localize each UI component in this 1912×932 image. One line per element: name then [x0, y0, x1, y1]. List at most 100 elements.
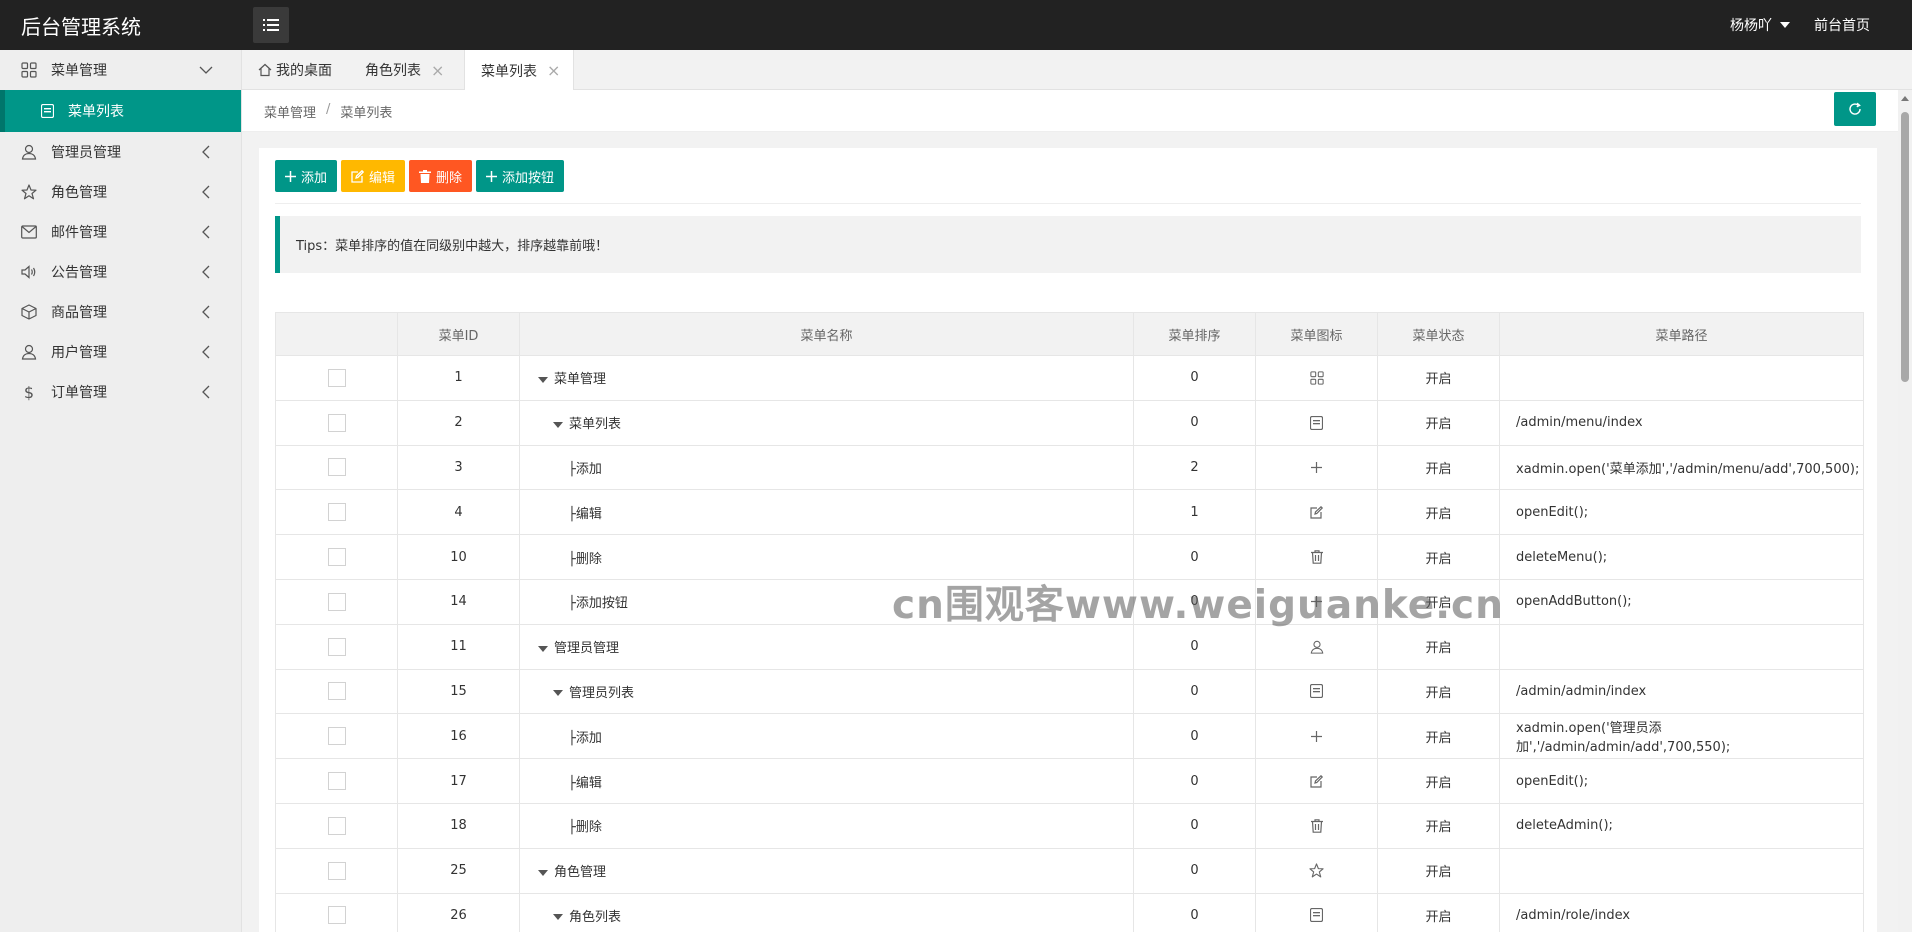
table-row[interactable]: 15 管理员列表 0 开启/admin/admin/index [275, 668, 1864, 715]
caret-down-icon[interactable] [538, 376, 548, 383]
sidebar-subitem-menu-list[interactable]: 菜单列表 [0, 90, 241, 132]
menu-status[interactable]: 开启 [1377, 758, 1500, 804]
row-checkbox[interactable] [327, 816, 346, 835]
column-header[interactable]: 菜单状态 [1377, 312, 1500, 356]
dollar-icon: $ [23, 382, 35, 402]
row-checkbox[interactable] [327, 503, 346, 522]
column-header[interactable]: 菜单图标 [1255, 312, 1378, 356]
menu-status[interactable]: 开启 [1377, 892, 1500, 932]
table-row[interactable]: 16 ├添加 0 开启 xadmin.open('管理员添加','/admin/admi… [275, 713, 1864, 760]
menu-icon-cell [1255, 758, 1378, 804]
row-checkbox[interactable] [327, 637, 346, 656]
row-checkbox[interactable] [327, 458, 346, 477]
menu-status[interactable]: 开启 [1377, 847, 1500, 894]
row-checkbox[interactable] [327, 682, 346, 701]
toolbar: 添加 编辑 删除 添加按钮 [275, 160, 565, 192]
row-checkbox[interactable] [327, 772, 346, 791]
column-header[interactable]: 菜单排序 [1133, 312, 1256, 356]
table-row[interactable]: 10 ├删除 0 开启 deleteMenu(); [275, 534, 1864, 580]
table-row[interactable]: 17 ├编辑 0 开启 openEdit(); [275, 758, 1864, 804]
row-checkbox-cell [275, 444, 398, 491]
plus-icon [285, 170, 296, 182]
column-header[interactable]: 菜单名称 [519, 312, 1134, 356]
sidebar-item-user-management[interactable]: 用户管理 [0, 332, 241, 372]
sidebar-item-label: 商品管理 [51, 305, 107, 321]
menu-status[interactable]: 开启 [1377, 713, 1500, 760]
tab-role-list[interactable]: 角色列表 × [365, 50, 444, 90]
delete-button[interactable]: 删除 [409, 160, 473, 192]
sidebar-item-menu-management[interactable]: 菜单管理 [0, 50, 241, 90]
sidebar-item-goods-management[interactable]: 商品管理 [0, 292, 241, 332]
app-logo-title[interactable]: 后台管理系统 [21, 11, 141, 40]
menu-status[interactable]: 开启 [1377, 534, 1500, 580]
sidebar-item-order-management[interactable]: $ 订单管理 [0, 372, 241, 412]
close-icon[interactable]: × [547, 61, 560, 80]
frontend-home-link[interactable]: 前台首页 [1814, 15, 1870, 35]
menu-name: 管理员列表 [569, 685, 635, 701]
menu-status[interactable]: 开启 [1377, 802, 1500, 849]
table-row[interactable]: 14 ├添加按钮 0 开启 openAddButton(); [275, 578, 1864, 625]
caret-down-icon[interactable] [538, 869, 548, 876]
table-row[interactable]: 4 ├编辑 1 开启 openEdit(); [275, 489, 1864, 536]
menu-id: 10 [397, 534, 520, 580]
row-checkbox[interactable] [327, 861, 346, 880]
menu-order: 0 [1133, 668, 1256, 715]
row-checkbox[interactable] [327, 413, 346, 432]
chevron-left-icon [198, 384, 214, 400]
menu-status[interactable]: 开启 [1377, 668, 1500, 715]
column-header[interactable]: 菜单ID [397, 312, 520, 356]
menu-status[interactable]: 开启 [1377, 578, 1500, 625]
sidebar-item-admin-management[interactable]: 管理员管理 [0, 132, 241, 172]
menu-name-cell: ├添加 [519, 713, 1134, 760]
refresh-button[interactable] [1834, 92, 1876, 126]
table-row[interactable]: 2 菜单列表 0 开启/admin/menu/index [275, 399, 1864, 446]
edit-button[interactable]: 编辑 [341, 160, 406, 192]
row-checkbox[interactable] [327, 592, 346, 611]
menu-name: 角色管理 [554, 865, 607, 881]
chevron-left-icon [198, 144, 214, 160]
add-menu-button-button[interactable]: 添加按钮 [476, 160, 565, 192]
menu-status[interactable]: 开启 [1377, 444, 1500, 491]
row-checkbox[interactable] [327, 727, 346, 746]
table-row[interactable]: 3 ├添加 2 开启 xadmin.open('菜单添加','/admin/menu/a… [275, 444, 1864, 491]
table-row[interactable]: 25 角色管理 0 开启 [275, 847, 1864, 894]
breadcrumb-item[interactable]: 菜单列表 [340, 102, 392, 121]
close-icon[interactable]: × [431, 61, 444, 80]
table-row[interactable]: 26 角色列表 0 开启/admin/role/index [275, 892, 1864, 932]
scrollbar-thumb[interactable] [1901, 112, 1909, 382]
user-icon [20, 343, 38, 361]
column-header[interactable]: 菜单路径 [1499, 312, 1864, 356]
tab-desktop[interactable]: 我的桌面 [258, 50, 332, 90]
caret-down-icon[interactable] [553, 914, 563, 921]
user-menu[interactable]: 杨杨吖 [1730, 15, 1790, 35]
table-row[interactable]: 11 管理员管理 0 开启 [275, 623, 1864, 670]
scroll-up-arrow-icon[interactable] [1901, 96, 1909, 101]
table-row[interactable]: 18 ├删除 0 开启 deleteAdmin(); [275, 802, 1864, 849]
breadcrumb-bar: 菜单管理 / 菜单列表 [242, 90, 1912, 132]
page-scrollbar[interactable] [1898, 90, 1912, 932]
sidebar-item-notice-management[interactable]: 公告管理 [0, 252, 241, 292]
caret-down-icon[interactable] [553, 690, 563, 697]
refresh-icon [1849, 102, 1861, 115]
edit-icon [351, 169, 365, 183]
row-checkbox[interactable] [327, 906, 346, 925]
caret-down-icon[interactable] [553, 421, 563, 428]
menu-id: 1 [397, 355, 520, 401]
caret-down-icon[interactable] [538, 645, 548, 652]
add-button[interactable]: 添加 [275, 160, 338, 192]
sidebar-item-role-management[interactable]: 角色管理 [0, 172, 241, 212]
breadcrumb-item[interactable]: 菜单管理 [264, 102, 316, 121]
table-row[interactable]: 1 菜单管理 0 开启 [275, 355, 1864, 401]
menu-status[interactable]: 开启 [1377, 399, 1500, 446]
row-checkbox[interactable] [327, 368, 346, 387]
row-checkbox[interactable] [327, 548, 346, 567]
sidebar-item-mail-management[interactable]: 邮件管理 [0, 212, 241, 252]
menu-status[interactable]: 开启 [1377, 489, 1500, 536]
menu-status[interactable]: 开启 [1377, 355, 1500, 401]
sidebar-toggle-button[interactable] [253, 7, 289, 43]
menu-order: 0 [1133, 713, 1256, 760]
menu-status[interactable]: 开启 [1377, 623, 1500, 670]
edit-icon [1309, 774, 1324, 789]
tab-menu-list[interactable]: 菜单列表 × [464, 50, 574, 91]
user-icon [1310, 639, 1324, 654]
